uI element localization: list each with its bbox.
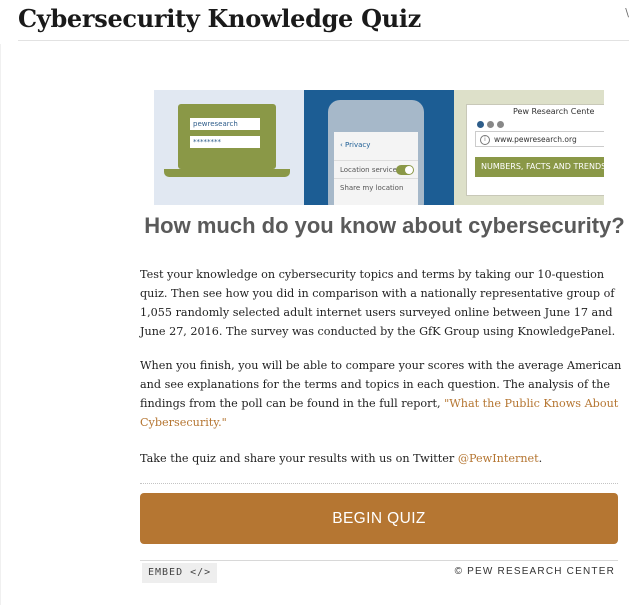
- laptop-base: [164, 169, 290, 177]
- phone-screen: ‹ Privacy Location services Share my loc…: [334, 132, 418, 205]
- begin-quiz-button[interactable]: BEGIN QUIZ: [140, 493, 618, 544]
- laptop-username-field: pewresearch: [190, 118, 260, 130]
- finish-paragraph: When you finish, you will be able to com…: [140, 356, 622, 432]
- content-divider: [140, 483, 618, 484]
- embed-button[interactable]: EMBED </>: [142, 563, 218, 583]
- share-end: .: [538, 452, 543, 465]
- share-paragraph: Take the quiz and share your results wit…: [140, 449, 622, 468]
- window-edge-mark: \: [625, 6, 629, 19]
- page-title: Cybersecurity Knowledge Quiz: [18, 4, 421, 33]
- phone-row-location: Location services: [334, 160, 418, 178]
- browser-banner: NUMBERS, FACTS AND TRENDS: [475, 157, 604, 177]
- browser-window-icon: Pew Research Cente i www.pewresearch.org…: [466, 104, 604, 196]
- quiz-heading: How much do you know about cybersecurity…: [144, 213, 625, 238]
- laptop-password-field: ********: [190, 136, 260, 148]
- toggle-icon: [396, 165, 414, 175]
- phone-back-label: ‹ Privacy: [340, 141, 371, 149]
- phone-back-text: Privacy: [345, 141, 371, 149]
- copyright-label: © PEW RESEARCH CENTER: [454, 566, 615, 577]
- laptop-icon: pewresearch ********: [178, 104, 276, 169]
- footer-divider: [140, 560, 618, 561]
- twitter-link[interactable]: @PewInternet: [458, 452, 539, 465]
- hero-illustration: pewresearch ******** ‹ Privacy Location …: [154, 90, 604, 205]
- browser-url-bar: i www.pewresearch.org: [475, 131, 604, 147]
- browser-tab-label: Pew Research Cente: [513, 107, 595, 116]
- browser-url-text: www.pewresearch.org: [494, 135, 577, 144]
- phone-row-share: Share my location: [334, 178, 418, 196]
- left-border: [0, 44, 1, 605]
- title-divider: [18, 40, 629, 41]
- phone-row-location-label: Location services: [340, 166, 401, 174]
- share-text: Take the quiz and share your results wit…: [140, 452, 458, 465]
- intro-paragraph: Test your knowledge on cybersecurity top…: [140, 268, 616, 338]
- info-icon: i: [480, 135, 490, 145]
- window-dots-icon: [477, 113, 507, 132]
